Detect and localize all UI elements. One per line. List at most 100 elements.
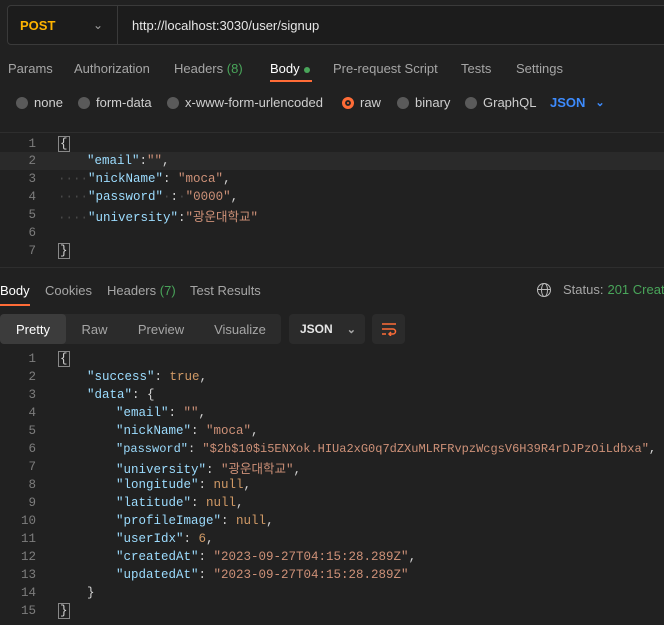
code-text: ····"nickName": "moca",	[58, 172, 231, 186]
json-key: "createdAt"	[116, 550, 199, 564]
code-line: 6	[0, 224, 664, 242]
response-body-viewer[interactable]: 1 { 2 "success": true, 3 "data": { 4 "em…	[0, 350, 664, 625]
code-line: 12 "createdAt": "2023-09-27T04:15:28.289…	[0, 548, 664, 566]
code-text: {	[58, 136, 70, 152]
radio-form-data[interactable]: form-data	[78, 95, 152, 110]
tab-cookies[interactable]: Cookies	[45, 283, 92, 298]
code-line: 6 "password": "$2b$10$i5ENXok.HIUa2xG0q7…	[0, 440, 664, 458]
radio-none[interactable]: none	[16, 95, 63, 110]
response-status: Status: 201 Created	[537, 282, 664, 297]
radio-graphql-label: GraphQL	[483, 95, 537, 110]
code-line: 3 "data": {	[0, 386, 664, 404]
line-number: 5	[28, 424, 36, 438]
json-key: "updatedAt"	[116, 568, 199, 582]
request-body-editor[interactable]: 1 { 2 "email":"", 3 ····"nickName": "moc…	[0, 132, 664, 268]
code-text: "nickName": "moca",	[116, 424, 259, 438]
radio-none-label: none	[34, 95, 63, 110]
line-number: 6	[28, 226, 36, 240]
json-string: ""	[147, 154, 163, 168]
code-text: "email": "",	[116, 406, 207, 420]
tab-response-headers[interactable]: Headers (7)	[107, 283, 176, 298]
code-text: "latitude": null,	[116, 496, 244, 510]
method-select[interactable]: POST ⌄	[8, 6, 118, 44]
globe-icon[interactable]	[537, 282, 551, 297]
active-tab-underline	[270, 80, 312, 82]
tab-body[interactable]: Body	[270, 61, 310, 76]
tab-response-body[interactable]: Body	[0, 283, 30, 298]
radio-raw[interactable]: raw	[342, 95, 381, 110]
open-brace: {	[58, 136, 70, 152]
code-line-highlighted: 2 "email":"",	[0, 152, 664, 170]
json-string: "광운대학교"	[185, 210, 259, 225]
code-text: "profileImage": null,	[116, 514, 274, 528]
view-pretty-button[interactable]: Pretty	[0, 314, 66, 344]
tab-response-headers-label: Headers	[107, 283, 157, 298]
tab-prerequest-script[interactable]: Pre-request Script	[333, 61, 438, 76]
radio-selected-icon	[342, 96, 354, 109]
json-key: "nickName"	[88, 172, 164, 186]
tab-authorization[interactable]: Authorization	[74, 61, 150, 76]
code-line: 13 "updatedAt": "2023-09-27T04:15:28.289…	[0, 566, 664, 584]
line-number: 15	[20, 604, 36, 618]
radio-urlencoded[interactable]: x-www-form-urlencoded	[167, 95, 323, 110]
json-key: "university"	[88, 210, 179, 225]
code-line: 11 "userIdx": 6,	[0, 530, 664, 548]
status-value[interactable]: 201 Created	[607, 282, 664, 297]
line-number: 7	[28, 244, 36, 258]
view-raw-button[interactable]: Raw	[66, 314, 123, 344]
url-bar: POST ⌄ http://localhost:3030/user/signup	[7, 5, 664, 45]
body-indicator-dot	[303, 66, 310, 73]
json-key: "success"	[87, 370, 155, 384]
json-null: null	[213, 478, 244, 492]
radio-graphql[interactable]: GraphQL	[465, 95, 536, 110]
status-label: Status:	[563, 282, 604, 297]
radio-raw-label: raw	[360, 95, 381, 110]
view-preview-button[interactable]: Preview	[123, 314, 199, 344]
json-string: ""	[183, 406, 199, 420]
json-string: "moca"	[206, 424, 252, 438]
format-select[interactable]: JSON ⌄	[289, 314, 365, 344]
json-null: null	[206, 496, 237, 510]
tab-params[interactable]: Params	[8, 61, 53, 76]
code-line: 15 }	[0, 602, 664, 620]
chevron-down-icon: ⌄	[92, 18, 103, 32]
code-text: "longitude": null,	[116, 478, 252, 492]
line-number: 1	[28, 137, 36, 151]
body-type-options: none form-data x-www-form-urlencoded raw…	[0, 95, 664, 113]
tab-headers[interactable]: Headers (8)	[174, 61, 243, 76]
code-text: "email":"",	[87, 154, 170, 168]
response-headers-count: (7)	[159, 283, 176, 298]
tab-test-results[interactable]: Test Results	[190, 283, 261, 298]
radio-binary[interactable]: binary	[397, 95, 450, 110]
url-input[interactable]: http://localhost:3030/user/signup	[118, 18, 319, 33]
line-number: 6	[28, 442, 36, 456]
line-number: 2	[28, 370, 36, 384]
json-key: "university"	[116, 462, 207, 477]
code-text: {	[58, 351, 70, 367]
close-brace: }	[58, 603, 70, 619]
line-number: 7	[28, 460, 36, 474]
json-key: "password"	[88, 190, 164, 204]
format-label: JSON	[300, 322, 333, 336]
code-line: 8 "longitude": null,	[0, 476, 664, 494]
line-number: 1	[28, 352, 36, 366]
json-key: "email"	[87, 154, 140, 168]
tab-tests[interactable]: Tests	[461, 61, 491, 76]
line-number: 13	[20, 568, 36, 582]
view-mode-segmented: Pretty Raw Preview Visualize	[0, 314, 281, 344]
code-line: 4 ····"password"·:·"0000",	[0, 188, 664, 206]
view-visualize-button[interactable]: Visualize	[199, 314, 281, 344]
code-text: "success": true,	[87, 370, 208, 384]
active-tab-underline	[0, 304, 30, 306]
code-text: }	[58, 603, 70, 619]
wrap-lines-button[interactable]	[372, 314, 405, 344]
line-number: 4	[28, 190, 36, 204]
method-label: POST	[20, 17, 56, 33]
line-number: 5	[28, 208, 36, 222]
code-line: 1 {	[0, 350, 664, 368]
radio-urlencoded-label: x-www-form-urlencoded	[185, 95, 323, 110]
line-number: 3	[28, 388, 36, 402]
tab-headers-label: Headers	[174, 61, 224, 76]
tab-settings[interactable]: Settings	[516, 61, 563, 76]
language-select[interactable]: JSON ⌄	[550, 95, 605, 110]
